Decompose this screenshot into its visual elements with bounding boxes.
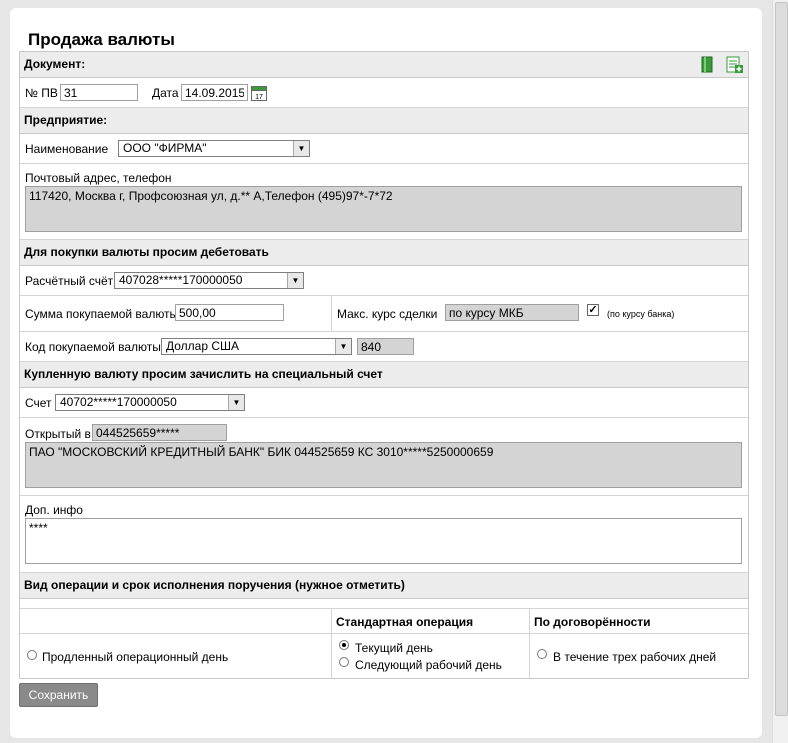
sale-form: Документ: № ПВ Дата 17 Предприятие: Наим… xyxy=(19,51,749,679)
currency-select[interactable]: Доллар США ▼ xyxy=(161,338,352,355)
save-button[interactable]: Сохранить xyxy=(19,683,98,707)
chevron-down-icon[interactable]: ▼ xyxy=(228,395,244,410)
section-credit: Купленную валюту просим зачислить на спе… xyxy=(20,362,748,388)
extra-info-label: Доп. инфо xyxy=(25,503,83,517)
account-label: Расчётный счёт xyxy=(25,274,114,288)
row-document: № ПВ Дата 17 xyxy=(20,78,748,108)
scrollbar-thumb[interactable] xyxy=(775,2,788,716)
name-label: Наименование xyxy=(25,142,109,156)
radio-extended-day[interactable] xyxy=(27,650,37,660)
form-panel: Продажа валюты Документ: № ПВ Дата 17 Пр… xyxy=(10,8,762,738)
max-rate-label: Макс. курс сделки xyxy=(337,307,438,321)
column-divider xyxy=(331,296,332,331)
column-divider xyxy=(331,609,332,633)
section-operation: Вид операции и срок исполнения поручения… xyxy=(20,573,748,599)
pv-label: № ПВ xyxy=(25,86,58,100)
row-currency: Код покупаемой валюты Доллар США ▼ xyxy=(20,332,748,362)
section-debit: Для покупки валюты просим дебетовать xyxy=(20,240,748,266)
chevron-down-icon[interactable]: ▼ xyxy=(293,141,309,156)
bank-rate-checkbox[interactable]: ✓ xyxy=(587,304,599,316)
enterprise-name-value: ООО "ФИРМА" xyxy=(123,141,207,155)
row-extra-info: Доп. инфо **** xyxy=(20,496,748,573)
current-day-label: Текущий день xyxy=(355,641,433,655)
row-operation-headers: Стандартная операция По договорённости xyxy=(20,609,748,634)
column-divider xyxy=(529,634,530,678)
vertical-scrollbar[interactable] xyxy=(772,0,788,743)
calendar-icon[interactable]: 17 xyxy=(251,85,267,101)
section-credit-label: Купленную валюту просим зачислить на спе… xyxy=(24,367,383,381)
chevron-down-icon[interactable]: ▼ xyxy=(335,339,351,354)
row-debit-account: Расчётный счёт 407028*****170000050 ▼ xyxy=(20,266,748,296)
debit-account-value: 407028*****170000050 xyxy=(119,273,243,287)
radio-three-days[interactable] xyxy=(537,649,547,659)
three-days-label: В течение трех рабочих дней xyxy=(553,650,717,664)
row-bank-details: Открытый в ПАО "МОСКОВСКИЙ КРЕДИТНЫЙ БАН… xyxy=(20,418,748,496)
section-document-label: Документ: xyxy=(24,57,86,71)
radio-next-day[interactable] xyxy=(339,657,349,667)
section-debit-label: Для покупки валюты просим дебетовать xyxy=(24,245,269,259)
date-input[interactable] xyxy=(181,84,248,101)
row-operation-options: Продленный операционный день Текущий ден… xyxy=(20,634,748,678)
col-agreement-header: По договорённости xyxy=(534,615,651,629)
radio-current-day[interactable] xyxy=(339,640,349,650)
section-enterprise: Предприятие: xyxy=(20,108,748,134)
section-document: Документ: xyxy=(20,52,748,78)
max-rate-input[interactable] xyxy=(445,304,579,321)
currency-code-input[interactable] xyxy=(357,338,414,355)
address-field[interactable]: 117420, Москва г, Профсоюзная ул, д.** А… xyxy=(25,186,742,232)
row-credit-account: Счет 40702*****170000050 ▼ xyxy=(20,388,748,418)
section-enterprise-label: Предприятие: xyxy=(24,113,108,127)
debit-account-select[interactable]: 407028*****170000050 ▼ xyxy=(114,272,304,289)
page-title: Продажа валюты xyxy=(28,30,175,49)
row-enterprise-name: Наименование ООО "ФИРМА" ▼ xyxy=(20,134,748,164)
col-standard-header: Стандартная операция xyxy=(336,615,474,629)
svg-text:17: 17 xyxy=(255,94,263,101)
bank-rate-label: (по курсу банка) xyxy=(607,309,675,319)
chevron-down-icon[interactable]: ▼ xyxy=(287,273,303,288)
opened-in-label: Открытый в xyxy=(25,427,91,441)
date-label: Дата xyxy=(152,86,179,100)
credit-account-select[interactable]: 40702*****170000050 ▼ xyxy=(55,394,245,411)
enterprise-name-select[interactable]: ООО "ФИРМА" ▼ xyxy=(118,140,310,157)
extended-day-label: Продленный операционный день xyxy=(42,650,229,664)
extra-info-field[interactable]: **** xyxy=(25,518,742,564)
amount-input[interactable] xyxy=(175,304,284,321)
pv-number-input[interactable] xyxy=(60,84,138,101)
column-divider xyxy=(529,609,530,633)
credit-account-value: 40702*****170000050 xyxy=(60,395,177,409)
currency-value: Доллар США xyxy=(166,339,240,353)
opened-in-input[interactable] xyxy=(92,424,227,441)
row-spacer xyxy=(20,599,748,609)
bank-details-field[interactable]: ПАО "МОСКОВСКИЙ КРЕДИТНЫЙ БАНК" БИК 0445… xyxy=(25,442,742,488)
row-amount: Сумма покупаемой валюты Макс. курс сделк… xyxy=(20,296,748,332)
row-address: Почтовый адрес, телефон 117420, Москва г… xyxy=(20,164,748,240)
section-operation-label: Вид операции и срок исполнения поручения… xyxy=(24,578,405,592)
next-day-label: Следующий рабочий день xyxy=(355,658,502,672)
amount-label: Сумма покупаемой валюты xyxy=(25,307,179,321)
currency-code-label: Код покупаемой валюты xyxy=(25,340,161,354)
credit-account-label: Счет xyxy=(25,396,52,410)
column-divider xyxy=(331,634,332,678)
address-label: Почтовый адрес, телефон xyxy=(25,171,172,185)
